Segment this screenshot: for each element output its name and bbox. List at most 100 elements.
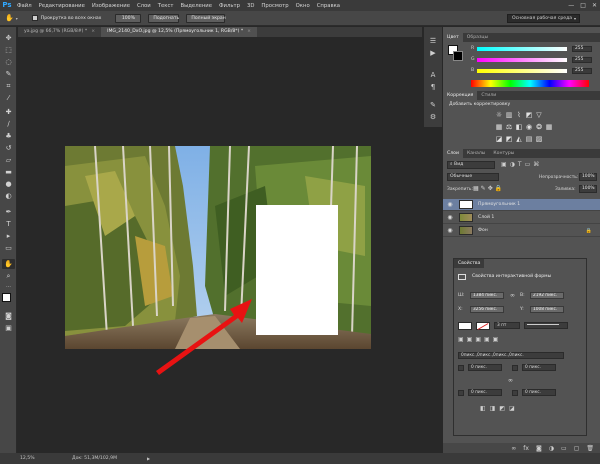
scroll-all-windows-checkbox[interactable] xyxy=(31,15,38,21)
type-tool-icon[interactable]: T xyxy=(2,219,15,229)
tool-presets-icon[interactable]: ⚙ xyxy=(427,113,439,122)
photo-filter-icon[interactable]: ◉ xyxy=(525,123,533,131)
trash-icon[interactable]: 🗑 xyxy=(586,445,594,452)
menu-help[interactable]: Справка xyxy=(317,3,340,9)
mask-icon[interactable]: ◙ xyxy=(536,445,542,452)
color-background-swatch[interactable] xyxy=(453,51,463,61)
tab-paths[interactable]: Контуры xyxy=(489,149,518,158)
folder-icon[interactable]: ▭ xyxy=(561,445,567,452)
corner-br-field[interactable]: 0 пикс. xyxy=(522,389,556,396)
posterize-icon[interactable]: ◩ xyxy=(505,135,513,143)
levels-icon[interactable]: ▥ xyxy=(505,111,513,119)
doc-tab-img2140[interactable]: IMG_2140_DxO.jpg @ 12,5% (Прямоугольник … xyxy=(101,27,258,37)
fill-value[interactable]: 100% xyxy=(579,185,597,193)
tab-channels[interactable]: Каналы xyxy=(463,149,489,158)
maximize-button[interactable]: □ xyxy=(580,2,586,9)
eraser-tool-icon[interactable]: ▱ xyxy=(2,155,15,165)
rectangle-tool-icon[interactable]: ▭ xyxy=(2,243,15,253)
gradient-map-icon[interactable]: ▤ xyxy=(525,135,533,143)
stroke-size-field[interactable]: 3 пт xyxy=(494,322,520,329)
path-ops-icons[interactable]: ◧◨◩◪ xyxy=(480,405,519,412)
new-layer-icon[interactable]: ▢ xyxy=(574,445,580,452)
crop-tool-icon[interactable]: ⌗ xyxy=(2,81,15,91)
rectangle-shape-layer[interactable] xyxy=(256,205,338,335)
bw-icon[interactable]: ◧ xyxy=(515,123,523,131)
workspace-select[interactable]: Основная рабочая среда ▾ xyxy=(507,14,580,23)
tab-swatches[interactable]: Образцы xyxy=(463,33,492,42)
dodge-tool-icon[interactable]: ◐ xyxy=(2,191,15,201)
layer-row-background[interactable]: ◉ Фон 🔒 xyxy=(443,225,600,237)
corner-bl-field[interactable]: 0 пикс. xyxy=(468,389,502,396)
menu-image[interactable]: Изображение xyxy=(92,3,130,9)
canvas-area[interactable] xyxy=(18,37,422,453)
fit-screen-button[interactable]: Подогнать xyxy=(148,13,180,23)
mixer-icon[interactable]: ❂ xyxy=(535,123,543,131)
minimize-button[interactable]: — xyxy=(568,2,574,9)
screen-mode-icon[interactable]: ▣ xyxy=(2,323,15,333)
close-icon[interactable]: × xyxy=(91,29,95,34)
hand-tool-icon[interactable]: ✋ xyxy=(2,259,15,269)
brightness-icon[interactable]: ☼ xyxy=(495,111,503,119)
color-slider-r[interactable]: R 255 xyxy=(471,45,596,52)
history-brush-tool-icon[interactable]: ↺ xyxy=(2,143,15,153)
eye-icon[interactable]: ◉ xyxy=(443,201,457,208)
lasso-tool-icon[interactable]: ◌ xyxy=(2,57,15,67)
properties-tab[interactable]: Свойства xyxy=(454,259,485,268)
paragraph-icon[interactable]: ¶ xyxy=(427,83,439,92)
link-corners-icon[interactable]: ∞ xyxy=(508,377,513,384)
layer-row-rectangle[interactable]: ◉ Прямоугольник 1 xyxy=(443,199,600,211)
corner-bl-checkbox[interactable] xyxy=(458,390,464,396)
more-tools-icon[interactable]: … xyxy=(2,281,15,291)
status-arrow-icon[interactable]: ▶ xyxy=(147,456,150,461)
eye-icon[interactable]: ◉ xyxy=(443,214,457,221)
pen-tool-icon[interactable]: ✒ xyxy=(2,207,15,217)
color-slider-g[interactable]: G 255 xyxy=(471,56,596,63)
corner-br-checkbox[interactable] xyxy=(512,390,518,396)
vibrance-icon[interactable]: ▽ xyxy=(535,111,543,119)
adjustment-layer-icon[interactable]: ◑ xyxy=(549,445,554,452)
path-select-tool-icon[interactable]: ▸ xyxy=(2,231,15,241)
menu-3d[interactable]: 3D xyxy=(247,3,254,9)
status-zoom[interactable]: 12,5% xyxy=(20,456,72,461)
stroke-swatch[interactable] xyxy=(476,322,490,330)
opacity-value[interactable]: 100% xyxy=(579,173,597,181)
fill-swatch[interactable] xyxy=(458,322,472,330)
slider-track[interactable] xyxy=(477,46,567,51)
channel-value[interactable]: 255 xyxy=(572,45,592,52)
corners-field[interactable]: 0пикс.,0пикс.,0пикс.,0пикс. xyxy=(458,352,564,359)
corner-tr-checkbox[interactable] xyxy=(512,365,518,371)
menu-file[interactable]: Файл xyxy=(17,3,32,9)
clone-stamp-tool-icon[interactable]: ♣ xyxy=(2,131,15,141)
close-button[interactable]: ✕ xyxy=(592,2,597,9)
doc-tab-ya[interactable]: ya.jpg @ 66,7% (RGB/8#) * × xyxy=(18,27,101,37)
y-field[interactable]: 1008 пикс. xyxy=(530,306,564,313)
foreground-color-swatch[interactable] xyxy=(2,293,11,302)
blend-mode-select[interactable]: Обычные xyxy=(447,173,499,181)
corner-tr-field[interactable]: 0 пикс. xyxy=(522,364,556,371)
tab-layers[interactable]: Слои xyxy=(443,149,463,158)
character-icon[interactable]: A xyxy=(427,71,439,80)
menu-edit[interactable]: Редактирование xyxy=(39,3,85,9)
menu-layers[interactable]: Слои xyxy=(137,3,151,9)
blur-tool-icon[interactable]: ● xyxy=(2,179,15,189)
tab-color[interactable]: Цвет xyxy=(443,33,463,42)
menu-view[interactable]: Просмотр xyxy=(261,3,288,9)
slider-track[interactable] xyxy=(477,57,567,62)
layer-row-layer1[interactable]: ◉ Слой 1 xyxy=(443,212,600,224)
menu-select[interactable]: Выделение xyxy=(180,3,212,9)
color-swatches[interactable] xyxy=(2,293,16,307)
actions-icon[interactable]: ▶ xyxy=(427,49,439,58)
link-icon[interactable]: ∞ xyxy=(510,292,515,299)
invert-icon[interactable]: ◪ xyxy=(495,135,503,143)
marquee-tool-icon[interactable]: ⬚ xyxy=(2,45,15,55)
gradient-tool-icon[interactable]: ▬ xyxy=(2,167,15,177)
channel-value[interactable]: 255 xyxy=(572,67,592,74)
menu-type[interactable]: Текст xyxy=(158,3,174,9)
x-field[interactable]: 3256 пикс. xyxy=(470,306,504,313)
threshold-icon[interactable]: ◭ xyxy=(515,135,523,143)
tool-preset-arrow-icon[interactable]: ▾ xyxy=(16,16,18,21)
brush-tool-icon[interactable]: ∕ xyxy=(2,119,15,129)
curves-icon[interactable]: ⌇ xyxy=(515,111,523,119)
eyedropper-tool-icon[interactable]: ⁄ xyxy=(2,93,15,103)
eye-icon[interactable]: ◉ xyxy=(443,227,457,234)
